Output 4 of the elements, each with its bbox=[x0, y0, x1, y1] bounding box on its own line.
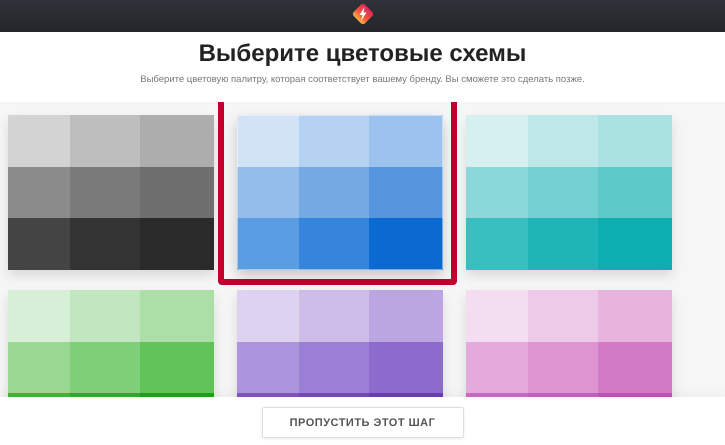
page-title: Выберите цветовые схемы bbox=[198, 40, 526, 68]
skip-button[interactable]: ПРОПУСТИТЬ ЭТОТ ШАГ bbox=[262, 407, 464, 438]
palette-card[interactable] bbox=[8, 115, 214, 270]
page-subtitle: Выберите цветовую палитру, которая соответствует вашему бренду. Вы сможете это сделать позже. bbox=[140, 74, 585, 85]
